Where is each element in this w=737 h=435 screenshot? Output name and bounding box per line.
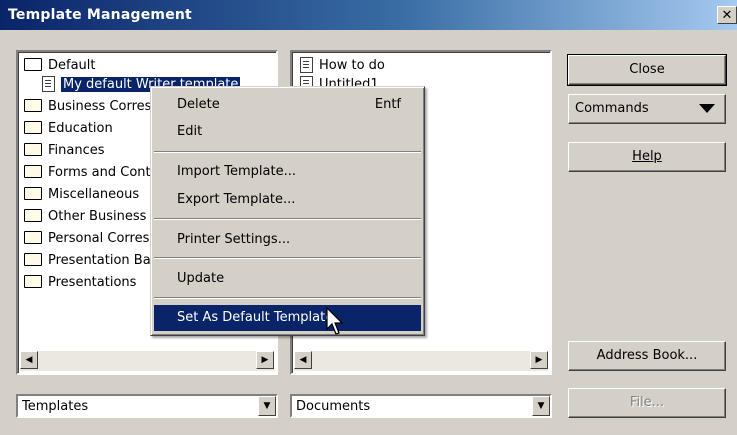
folder-icon bbox=[24, 275, 42, 288]
help-button[interactable]: Help bbox=[568, 142, 726, 172]
address-book-button[interactable]: Address Book... bbox=[568, 341, 726, 371]
folder-icon bbox=[24, 165, 42, 178]
context-menu: Delete Entf Edit Import Template... Expo… bbox=[150, 86, 425, 336]
menu-item-edit[interactable]: Edit bbox=[154, 119, 421, 145]
menu-separator bbox=[154, 151, 421, 153]
tree-item-presentations[interactable]: Presentations bbox=[24, 272, 136, 294]
tree-item-education[interactable]: Education bbox=[24, 118, 113, 140]
folder-icon bbox=[24, 253, 42, 266]
folder-icon bbox=[24, 231, 42, 244]
close-window-button[interactable]: ✕ bbox=[717, 6, 737, 24]
folder-icon bbox=[24, 99, 42, 112]
folder-open-icon bbox=[24, 58, 42, 71]
delete-shortcut: Entf bbox=[374, 97, 401, 112]
folder-icon bbox=[24, 187, 42, 200]
window-title: Template Management bbox=[8, 7, 192, 23]
right-horizontal-scrollbar[interactable]: ◀ ▶ bbox=[294, 351, 548, 371]
scroll-left-icon[interactable]: ◀ bbox=[294, 351, 312, 369]
tree-item-miscellaneous[interactable]: Miscellaneous bbox=[24, 184, 139, 206]
left-horizontal-scrollbar[interactable]: ◀ ▶ bbox=[20, 351, 274, 371]
scroll-right-icon[interactable]: ▶ bbox=[256, 351, 274, 369]
combo-dropdown-icon[interactable]: ▼ bbox=[532, 396, 550, 416]
document-icon bbox=[42, 75, 55, 92]
scroll-left-icon[interactable]: ◀ bbox=[20, 351, 38, 369]
menu-item-export-template[interactable]: Export Template... bbox=[154, 187, 421, 213]
menu-item-set-as-default-template[interactable]: Set As Default Template bbox=[154, 305, 421, 331]
title-bar: Template Management ✕ bbox=[0, 0, 737, 30]
menu-item-import-template[interactable]: Import Template... bbox=[154, 159, 421, 185]
menu-item-update[interactable]: Update bbox=[154, 266, 421, 292]
dropdown-arrow-icon bbox=[699, 104, 715, 113]
commands-button[interactable]: Commands bbox=[568, 94, 726, 124]
left-view-combo[interactable]: Templates ▼ bbox=[16, 394, 278, 418]
menu-item-printer-settings[interactable]: Printer Settings... bbox=[154, 227, 421, 253]
close-button[interactable]: Close bbox=[567, 54, 727, 86]
right-view-combo[interactable]: Documents ▼ bbox=[290, 394, 552, 418]
menu-separator bbox=[154, 218, 421, 220]
folder-icon bbox=[24, 143, 42, 156]
menu-separator bbox=[154, 297, 421, 299]
file-button[interactable]: File... bbox=[568, 388, 726, 418]
menu-separator bbox=[154, 257, 421, 259]
document-icon bbox=[300, 56, 313, 73]
scroll-right-icon[interactable]: ▶ bbox=[530, 351, 548, 369]
folder-icon bbox=[24, 209, 42, 222]
menu-item-delete[interactable]: Delete Entf bbox=[154, 92, 421, 118]
tree-item-finances[interactable]: Finances bbox=[24, 140, 105, 162]
folder-icon bbox=[24, 121, 42, 134]
combo-dropdown-icon[interactable]: ▼ bbox=[258, 396, 276, 416]
mouse-cursor-icon bbox=[326, 307, 344, 335]
